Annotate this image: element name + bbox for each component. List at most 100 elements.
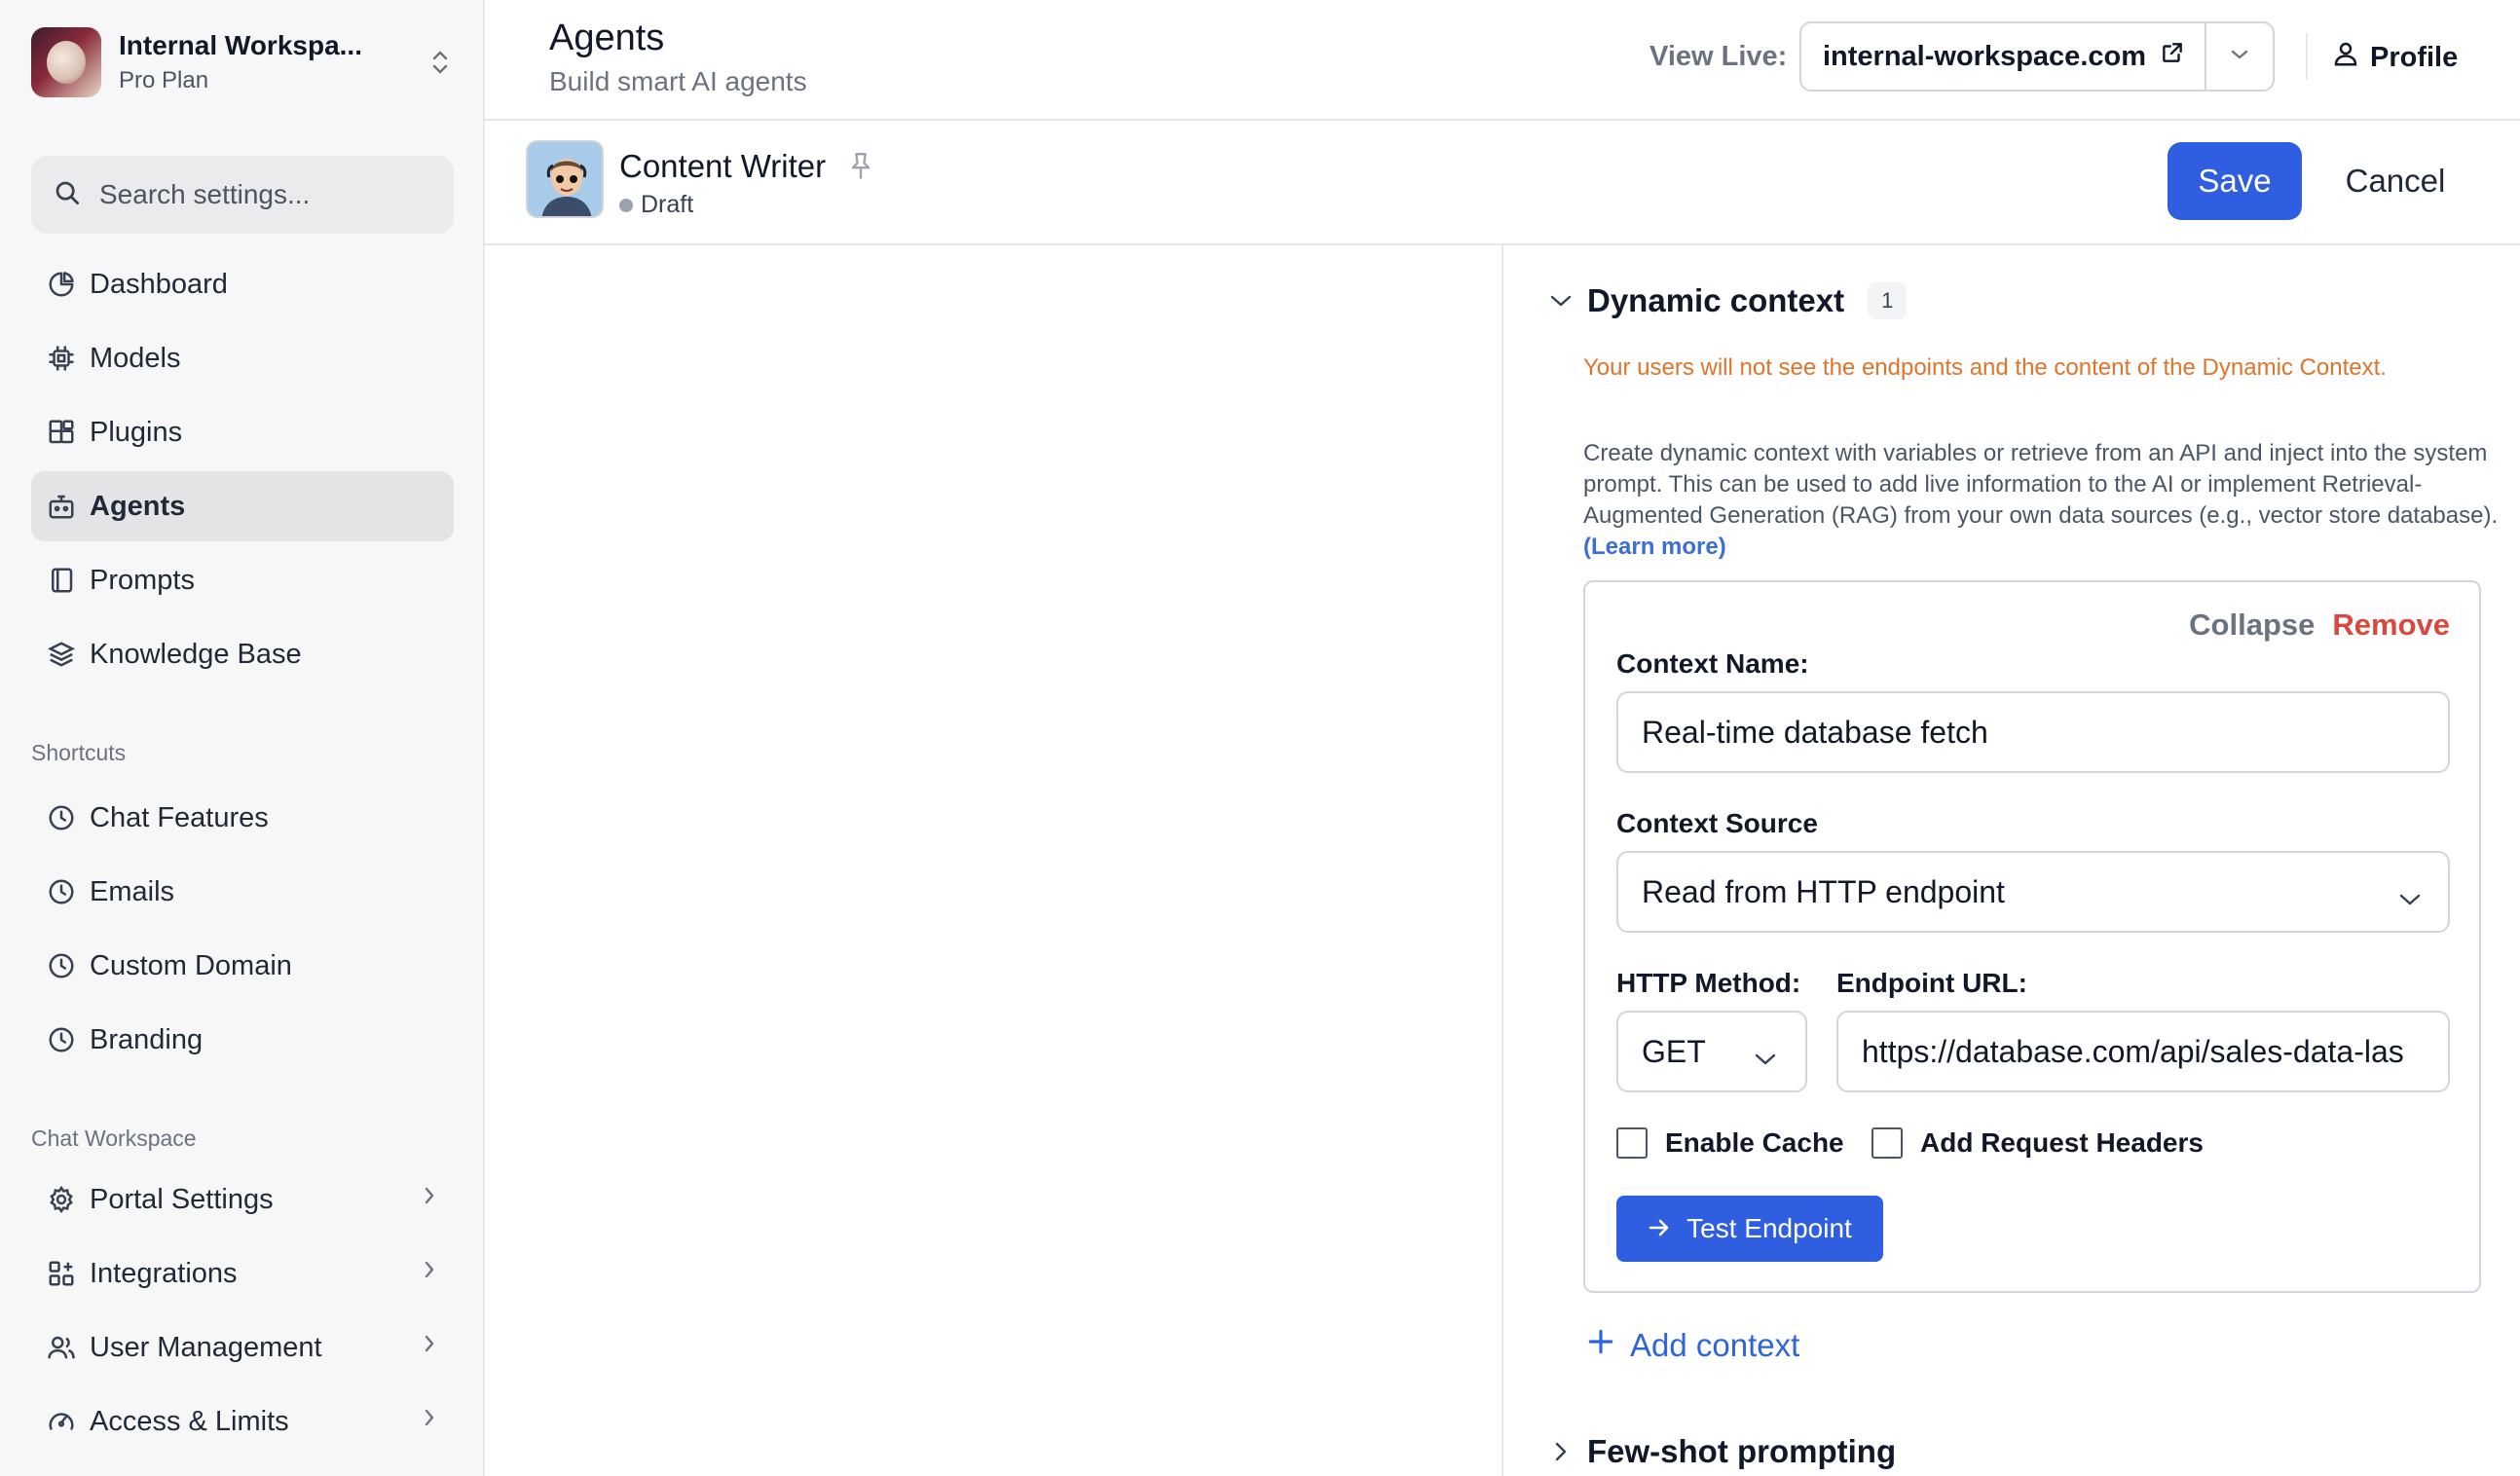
- endpoint-url-label: Endpoint URL:: [1836, 968, 2027, 998]
- add-request-headers-checkbox[interactable]: [1871, 1127, 1903, 1159]
- agent-header: Content Writer Draft Save Cancel: [485, 121, 2520, 245]
- arrow-right-icon: [1648, 1213, 1671, 1244]
- chevron-right-icon: [421, 1257, 438, 1290]
- sidebar-item-chat-features[interactable]: Chat Features: [31, 783, 454, 853]
- status-dot: [619, 198, 633, 212]
- user-icon: [2331, 39, 2360, 76]
- collapse-button[interactable]: Collapse: [2189, 608, 2315, 643]
- sidebar-item-knowledge-base[interactable]: Knowledge Base: [31, 619, 454, 689]
- dynamic-context-header[interactable]: Dynamic context 1: [1548, 282, 1908, 319]
- endpoint-url-input[interactable]: [1836, 1011, 2450, 1092]
- sidebar-item-custom-domain[interactable]: Custom Domain: [31, 931, 454, 1001]
- view-live-control: internal-workspace.com: [1799, 21, 2275, 92]
- chevron-up-down-icon[interactable]: [426, 43, 454, 82]
- pin-icon[interactable]: [847, 150, 874, 188]
- sidebar-item-label: Access & Limits: [90, 1405, 289, 1437]
- context-card: Collapse Remove Context Name: Context So…: [1583, 580, 2481, 1293]
- sidebar-item-user-management[interactable]: User Management: [31, 1312, 454, 1383]
- page-title: Agents: [549, 18, 665, 58]
- page-header: Agents Build smart AI agents View Live: …: [485, 0, 2520, 121]
- sidebar-item-plugins[interactable]: Plugins: [31, 397, 454, 467]
- context-source-select[interactable]: Read from HTTP endpoint: [1616, 851, 2450, 933]
- dynamic-context-description: Create dynamic context with variables or…: [1583, 438, 2499, 563]
- sidebar-item-integrations[interactable]: Integrations: [31, 1238, 454, 1309]
- context-source-value: Read from HTTP endpoint: [1642, 873, 2005, 909]
- clock-icon: [45, 949, 78, 982]
- profile-label: Profile: [2370, 41, 2459, 73]
- add-context-button[interactable]: Add context: [1585, 1326, 1799, 1365]
- add-context-label: Add context: [1630, 1327, 1800, 1363]
- notebook-icon: [45, 564, 78, 597]
- workspace-plan: Pro Plan: [119, 67, 209, 93]
- test-endpoint-label: Test Endpoint: [1686, 1213, 1852, 1243]
- add-request-headers-option[interactable]: Add Request Headers: [1871, 1127, 2204, 1159]
- context-name-input[interactable]: [1616, 691, 2450, 773]
- save-button[interactable]: Save: [2168, 142, 2302, 220]
- few-shot-header[interactable]: Few-shot prompting: [1548, 1433, 1896, 1470]
- clock-icon: [45, 801, 78, 834]
- sidebar-item-access-limits[interactable]: Access & Limits: [31, 1386, 454, 1457]
- sidebar-item-models[interactable]: Models: [31, 323, 454, 393]
- view-live-dropdown[interactable]: [2205, 23, 2273, 90]
- header-divider: [2306, 33, 2308, 80]
- context-source-label: Context Source: [1616, 808, 1818, 838]
- sidebar-item-dashboard[interactable]: Dashboard: [31, 249, 454, 319]
- enable-cache-label: Enable Cache: [1665, 1127, 1844, 1158]
- page-subtitle: Build smart AI agents: [549, 66, 807, 96]
- remove-button[interactable]: Remove: [2332, 608, 2450, 643]
- sidebar-item-label: Custom Domain: [90, 949, 292, 981]
- sidebar-item-label: Dashboard: [90, 268, 228, 300]
- agent-preview-pane: [485, 245, 1503, 1476]
- blocks-icon: [45, 416, 78, 449]
- plus-icon: [1585, 1326, 1616, 1365]
- view-live-url: internal-workspace.com: [1823, 40, 2146, 72]
- gear-icon: [45, 1183, 78, 1216]
- sidebar-item-label: Prompts: [90, 564, 195, 596]
- sidebar-item-portal-settings[interactable]: Portal Settings: [31, 1164, 454, 1235]
- database-icon: [45, 638, 78, 671]
- search-input[interactable]: [99, 179, 430, 210]
- agent-status-badge: Draft: [619, 191, 693, 219]
- users-icon: [45, 1331, 78, 1364]
- sidebar: Internal Workspa... Pro Plan Dashboard M…: [0, 0, 485, 1476]
- sidebar-item-prompts[interactable]: Prompts: [31, 545, 454, 615]
- agent-avatar[interactable]: [526, 140, 604, 218]
- sidebar-item-label: Knowledge Base: [90, 638, 302, 670]
- sidebar-item-label: Branding: [90, 1023, 204, 1055]
- settings-search[interactable]: [31, 156, 454, 234]
- http-method-label: HTTP Method:: [1616, 968, 1801, 998]
- test-endpoint-button[interactable]: Test Endpoint: [1616, 1196, 1883, 1262]
- external-link-icon: [2160, 40, 2185, 73]
- learn-more-link[interactable]: (Learn more): [1583, 534, 1726, 560]
- workspace-switcher[interactable]: Internal Workspa... Pro Plan: [31, 25, 454, 99]
- agent-name: Content Writer: [619, 148, 827, 184]
- enable-cache-checkbox[interactable]: [1616, 1127, 1648, 1159]
- sidebar-item-label: Agents: [90, 490, 186, 522]
- chevron-down-icon: [1753, 1040, 1778, 1076]
- clock-icon: [45, 1023, 78, 1056]
- view-live-link[interactable]: internal-workspace.com: [1801, 40, 2205, 73]
- http-method-select[interactable]: GET: [1616, 1011, 1807, 1092]
- sidebar-item-branding[interactable]: Branding: [31, 1005, 454, 1075]
- sidebar-item-label: User Management: [90, 1331, 322, 1363]
- context-name-label: Context Name:: [1616, 648, 1809, 679]
- enable-cache-option[interactable]: Enable Cache: [1616, 1127, 1844, 1159]
- dynamic-context-warning: Your users will not see the endpoints an…: [1583, 354, 2387, 381]
- bot-icon: [45, 490, 78, 523]
- apps-icon: [45, 1257, 78, 1290]
- chevron-down-icon: [1548, 292, 1577, 310]
- sidebar-item-label: Models: [90, 342, 181, 374]
- chevron-right-icon: [421, 1331, 438, 1364]
- sidebar-item-label: Emails: [90, 875, 175, 907]
- sidebar-item-label: Portal Settings: [90, 1183, 274, 1215]
- chat-workspace-section-label: Chat Workspace: [31, 1125, 197, 1151]
- sidebar-item-agents[interactable]: Agents: [31, 471, 454, 541]
- sidebar-item-emails[interactable]: Emails: [31, 857, 454, 927]
- agent-status-text: Draft: [641, 191, 694, 218]
- chevron-right-icon: [1548, 1439, 1577, 1464]
- dynamic-context-title: Dynamic context: [1587, 282, 1845, 318]
- clock-icon: [45, 875, 78, 908]
- cancel-button[interactable]: Cancel: [2327, 142, 2464, 220]
- few-shot-title: Few-shot prompting: [1587, 1433, 1897, 1469]
- profile-button[interactable]: Profile: [2331, 39, 2458, 76]
